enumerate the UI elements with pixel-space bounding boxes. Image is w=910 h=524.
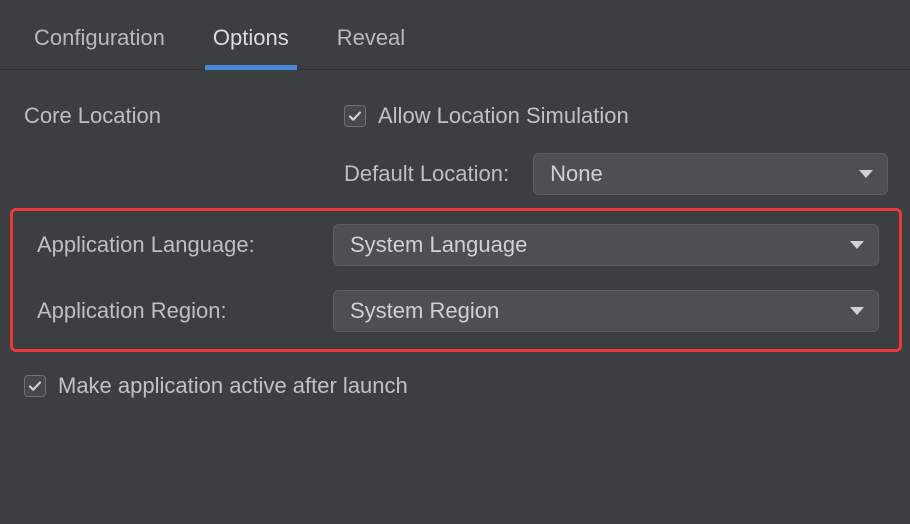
application-region-label: Application Region: bbox=[23, 298, 333, 324]
make-active-checkbox[interactable]: Make application active after launch bbox=[24, 373, 408, 399]
application-region-select[interactable]: System Region bbox=[333, 290, 879, 332]
default-location-value: None bbox=[550, 161, 603, 187]
make-active-label: Make application active after launch bbox=[58, 373, 408, 399]
application-region-row: Application Region: System Region bbox=[23, 287, 889, 335]
application-language-label: Application Language: bbox=[23, 232, 333, 258]
checkbox-box bbox=[344, 105, 366, 127]
options-panel: Core Location Allow Location Simulation … bbox=[0, 70, 910, 410]
checkbox-box bbox=[24, 375, 46, 397]
allow-location-simulation-checkbox[interactable]: Allow Location Simulation bbox=[344, 103, 629, 129]
make-active-row: Make application active after launch bbox=[24, 362, 898, 410]
tab-configuration[interactable]: Configuration bbox=[34, 7, 165, 69]
application-language-row: Application Language: System Language bbox=[23, 221, 889, 269]
tabs-bar: Configuration Options Reveal bbox=[0, 0, 910, 70]
chevron-down-icon bbox=[850, 241, 864, 249]
core-location-row: Core Location Allow Location Simulation bbox=[24, 92, 898, 140]
allow-location-simulation-label: Allow Location Simulation bbox=[378, 103, 629, 129]
application-language-select[interactable]: System Language bbox=[333, 224, 879, 266]
language-region-highlight: Application Language: System Language Ap… bbox=[10, 208, 902, 352]
chevron-down-icon bbox=[850, 307, 864, 315]
chevron-down-icon bbox=[859, 170, 873, 178]
default-location-row: Default Location: None bbox=[24, 150, 898, 198]
checkmark-icon bbox=[27, 378, 43, 394]
tab-options[interactable]: Options bbox=[213, 7, 289, 69]
application-language-value: System Language bbox=[350, 232, 527, 258]
default-location-select[interactable]: None bbox=[533, 153, 888, 195]
core-location-label: Core Location bbox=[24, 103, 344, 129]
default-location-label: Default Location: bbox=[344, 161, 509, 187]
checkmark-icon bbox=[347, 108, 363, 124]
tab-reveal[interactable]: Reveal bbox=[337, 7, 405, 69]
application-region-value: System Region bbox=[350, 298, 499, 324]
